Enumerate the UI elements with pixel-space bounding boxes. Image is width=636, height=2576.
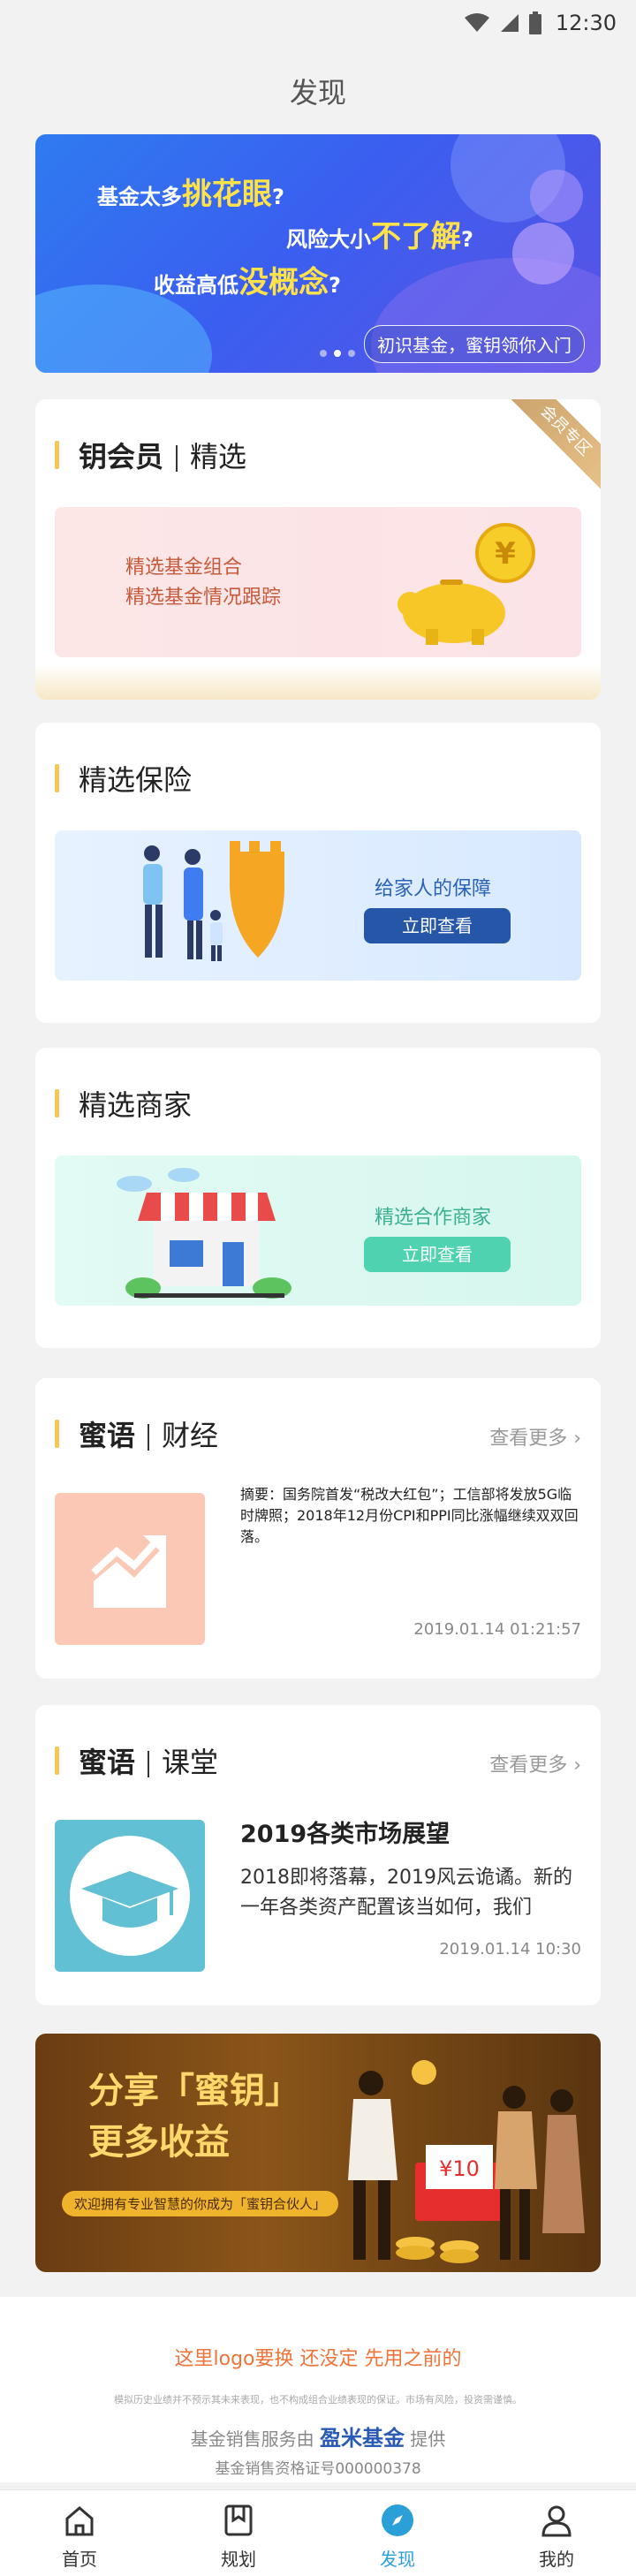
card-header: 精选保险	[55, 758, 192, 799]
card-header: 精选商家	[55, 1083, 192, 1124]
card-header: 蜜语 财经	[55, 1413, 218, 1454]
footer-service: 基金销售服务由 盈米基金 提供	[190, 2426, 446, 2451]
card-title: 精选保险	[79, 763, 193, 797]
finance-summary: 摘要：国务院首发“税改大红包”；工信部将发放5G临时牌照；2018年12月份CP…	[240, 1486, 579, 1545]
hero-line-1: 基金太多挑花眼?	[97, 177, 284, 212]
signal-icon	[500, 14, 519, 32]
svg-text:¥: ¥	[495, 536, 516, 572]
merchant-panel[interactable]: 精选合作商家 立即查看	[55, 1155, 581, 1306]
vip-panel-text: 精选基金组合 精选基金情况跟踪	[125, 557, 282, 609]
accent-bar	[55, 441, 59, 469]
bottom-nav: 首页 规划 发现 我的	[0, 2489, 636, 2576]
promo-pill: 欢迎拥有专业智慧的你成为「蜜钥合伙人」	[62, 2191, 339, 2216]
class-summary: 2018即将落幕，2019风云诡谲。新的一年各类资产配置该当如何，我们	[240, 1867, 572, 1919]
page-title: 发现	[289, 76, 346, 110]
footer: 这里logo要换 还没定 先用之前的 模拟历史业绩并不预示其未来表现，也不构成组…	[0, 2297, 636, 2482]
class-thumbnail	[55, 1820, 205, 1972]
tab-mine[interactable]: 我的	[477, 2490, 636, 2576]
card-title: 蜜语 财经	[79, 1419, 219, 1452]
tab-label: 发现	[380, 2549, 415, 2570]
svg-text:¥10: ¥10	[439, 2156, 480, 2181]
family-illustration	[143, 841, 284, 961]
footer-brand-logo: 盈米基金	[320, 2426, 405, 2451]
insurance-text: 给家人的保障	[375, 878, 492, 900]
tab-plan[interactable]: 规划	[159, 2490, 318, 2576]
class-time: 2019.01.14 10:30	[439, 1940, 581, 1959]
insurance-card[interactable]: 精选保险 给家人的保障 立即查看	[35, 723, 601, 1023]
hero-banner[interactable]: 基金太多挑花眼? 风险大小不了解? 收益高低没概念? 初识基金，蜜钥领你入门	[35, 134, 601, 373]
compass-icon	[382, 2504, 413, 2536]
vip-badge: 会员专区	[497, 399, 601, 499]
carousel-dot-active[interactable]	[334, 350, 341, 357]
vip-card[interactable]: 会员专区 钥会员 精选 精选基金组合 精选基金情况跟踪 ¥	[35, 399, 601, 700]
home-icon	[65, 2506, 94, 2536]
carousel-dots[interactable]	[320, 350, 355, 357]
card-title: 蜜语 课堂	[79, 1746, 219, 1779]
shop-illustration	[117, 1168, 292, 1299]
merchant-card[interactable]: 精选商家 精选合作商家 立即查看	[35, 1048, 601, 1348]
tab-label: 规划	[221, 2549, 256, 2570]
accent-bar	[55, 1746, 59, 1775]
carousel-dot[interactable]	[320, 350, 327, 357]
insurance-panel[interactable]: 给家人的保障 立即查看	[55, 830, 581, 981]
tab-home[interactable]: 首页	[0, 2490, 159, 2576]
tab-discover[interactable]: 发现	[318, 2490, 477, 2576]
bookmark-icon	[224, 2504, 253, 2536]
promo-title: 分享「蜜钥」 更多收益	[88, 2071, 300, 2163]
status-time: 12:30	[555, 11, 617, 35]
footer-logo-text: 这里logo要换 还没定 先用之前的	[174, 2348, 462, 2370]
finance-thumbnail	[55, 1493, 205, 1645]
finance-news-card[interactable]: 蜜语 财经 查看更多 › 摘要：国务院首发“税改大红包”；工信部将发放5G临时牌照…	[35, 1378, 601, 1678]
wifi-icon	[464, 13, 489, 32]
finance-time: 2019.01.14 01:21:57	[413, 1620, 581, 1639]
user-icon	[541, 2505, 572, 2537]
accent-bar	[55, 1420, 59, 1448]
merchant-text: 精选合作商家	[375, 1207, 492, 1229]
hero-line-2: 风险大小不了解?	[286, 219, 473, 254]
card-header: 钥会员 精选	[55, 435, 246, 475]
merchant-view-button[interactable]: 立即查看	[364, 1237, 511, 1272]
insurance-view-button[interactable]: 立即查看	[364, 908, 511, 943]
card-title: 精选商家	[79, 1088, 193, 1122]
battery-icon	[528, 11, 541, 34]
class-content: 2019各类市场展望 2018即将落幕，2019风云诡谲。新的一年各类资产配置该…	[240, 1815, 581, 1923]
status-bar: 12:30	[0, 0, 636, 46]
footer-disclaimer: 模拟历史业绩并不预示其未来表现，也不构成组合业绩表现的保证。市场有风险，投资需谨…	[114, 2394, 522, 2406]
promo-banner[interactable]: 分享「蜜钥」 更多收益 欢迎拥有专业智慧的你成为「蜜钥合伙人」 ¥10	[35, 2034, 601, 2272]
hero-line-3: 收益高低没概念?	[154, 265, 341, 300]
tab-label: 首页	[62, 2549, 97, 2570]
graduation-cap-icon	[70, 1836, 190, 1956]
piggy-bank-icon: ¥	[398, 523, 535, 645]
partners-illustration: ¥10	[348, 2060, 585, 2263]
vip-panel[interactable]: 精选基金组合 精选基金情况跟踪 ¥	[55, 507, 581, 657]
class-more-link[interactable]: 查看更多 ›	[489, 1749, 581, 1777]
hero-cta-button[interactable]: 初识基金，蜜钥领你入门	[364, 325, 585, 363]
trend-chart-icon	[91, 1535, 166, 1608]
footer-license: 基金销售资格证号000000378	[215, 2460, 421, 2478]
tab-label: 我的	[539, 2549, 574, 2570]
class-card[interactable]: 蜜语 课堂 查看更多 › 2019各类市场展望 2018即将落幕，2019风云诡谲…	[35, 1705, 601, 2005]
accent-bar	[55, 1089, 59, 1118]
card-title: 钥会员 精选	[79, 440, 247, 474]
finance-more-link[interactable]: 查看更多 ›	[489, 1422, 581, 1451]
carousel-dot[interactable]	[348, 350, 355, 357]
vip-card-wave	[35, 664, 601, 700]
card-header: 蜜语 课堂	[55, 1740, 218, 1781]
accent-bar	[55, 764, 59, 792]
class-headline: 2019各类市场展望	[240, 1821, 450, 1848]
